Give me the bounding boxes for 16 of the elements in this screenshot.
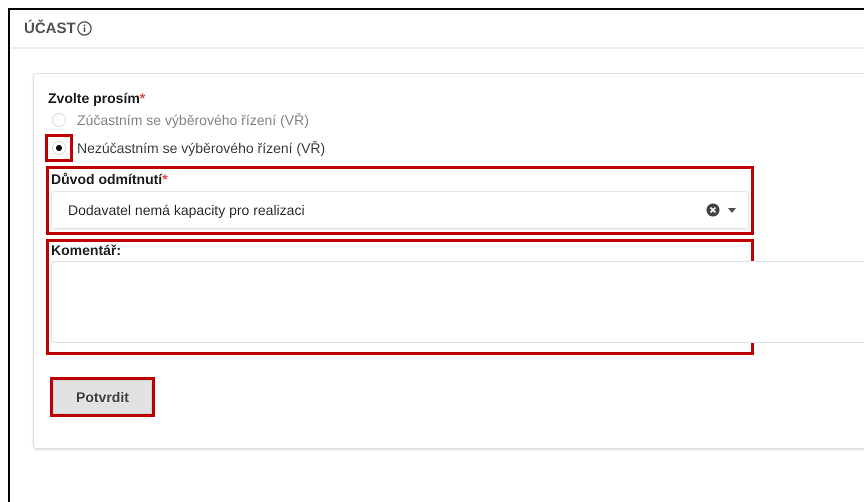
- comment-field[interactable]: [51, 261, 864, 343]
- radio-button[interactable]: [52, 113, 66, 127]
- info-icon[interactable]: [76, 21, 92, 36]
- required-asterisk: *: [140, 90, 146, 106]
- confirm-button[interactable]: Potvrdit: [53, 380, 152, 414]
- radio-label[interactable]: Zúčastním se výběrového řízení (VŘ): [77, 112, 309, 128]
- field-label: Důvod odmítnutí: [51, 171, 162, 187]
- section-title: ÚČAST: [24, 20, 76, 37]
- field-label: Zvolte prosím: [48, 90, 140, 106]
- caret-icon[interactable]: [728, 208, 736, 212]
- clear-icon[interactable]: [706, 203, 720, 217]
- radio-button[interactable]: [52, 141, 66, 155]
- field-label: Komentář:: [51, 242, 122, 258]
- required-asterisk: *: [162, 171, 168, 187]
- radio-label[interactable]: Nezúčastním se výběrového řízení (VŘ): [77, 140, 326, 156]
- select-field[interactable]: Dodavatel nemá kapacity pro realizaci: [51, 191, 749, 229]
